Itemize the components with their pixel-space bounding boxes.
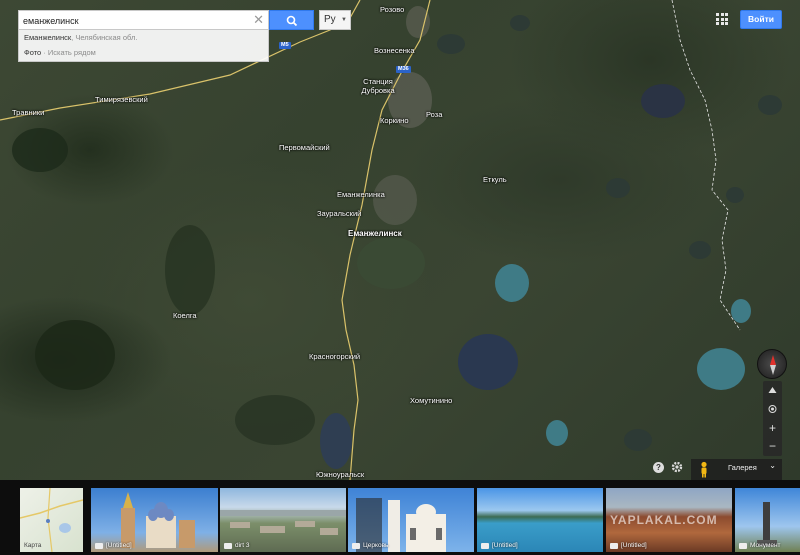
photo-card[interactable]: Церковь <box>348 488 474 552</box>
camera-icon <box>224 543 232 549</box>
lake <box>606 178 630 198</box>
place-label[interactable]: Коелга <box>173 311 197 320</box>
lake <box>437 34 465 54</box>
lake <box>731 299 751 323</box>
language-select[interactable]: Ру ▼ <box>319 10 351 30</box>
search-icon <box>286 15 298 27</box>
gallery-toggle[interactable]: Галерея ⌄ <box>691 459 782 480</box>
place-label[interactable]: Коркино <box>380 116 409 125</box>
zoom-controls: + − <box>763 381 782 456</box>
lake <box>510 15 530 31</box>
chevron-down-icon: ▼ <box>341 17 347 23</box>
zoom-in-button[interactable]: + <box>763 419 782 437</box>
card-caption: Монумент <box>750 542 781 549</box>
place-label[interactable]: Тимирязевский <box>95 95 148 104</box>
photo-card[interactable]: [Untitled] <box>91 488 218 552</box>
search-button[interactable] <box>269 10 314 30</box>
tilt-icon[interactable] <box>763 381 782 399</box>
lake <box>458 334 518 390</box>
place-label[interactable]: Еманжелинск <box>348 229 402 238</box>
zoom-out-button[interactable]: − <box>763 437 782 455</box>
forest-area <box>235 395 315 445</box>
place-label[interactable]: Зауральский <box>317 209 361 218</box>
suggestion-item[interactable]: Фото · Искать рядом <box>19 45 268 60</box>
satellite-map[interactable]: Еманжелинск Еманжелинка Зауральский Перв… <box>0 0 800 480</box>
sign-in-button[interactable]: Войти <box>740 10 782 29</box>
card-caption: [Untitled] <box>492 542 518 549</box>
place-label[interactable]: Хомутинино <box>410 396 452 405</box>
camera-icon <box>739 543 747 549</box>
place-label[interactable]: Травники <box>12 108 44 117</box>
photo-card[interactable]: [Untitled] <box>477 488 603 552</box>
camera-icon <box>95 543 103 549</box>
clear-icon[interactable]: ✕ <box>253 12 264 28</box>
lake <box>357 237 425 289</box>
town-area <box>373 175 417 225</box>
place-label[interactable]: Розово <box>380 5 404 14</box>
my-location-icon[interactable] <box>763 400 782 418</box>
photo-card[interactable]: dirt 3 <box>220 488 346 552</box>
compass-icon[interactable] <box>757 349 787 379</box>
place-label[interactable]: Роза <box>426 110 442 119</box>
lake <box>320 413 352 469</box>
forest-area <box>12 128 68 172</box>
gear-icon[interactable] <box>670 460 684 474</box>
lake <box>624 429 652 451</box>
lake <box>697 348 745 390</box>
pegman-icon[interactable] <box>697 461 711 479</box>
lake <box>546 420 568 446</box>
search-input[interactable] <box>23 14 248 28</box>
lake <box>641 84 685 118</box>
lake <box>726 187 744 203</box>
region-boundary <box>671 0 741 331</box>
lake <box>689 241 711 259</box>
card-caption: Карта <box>24 542 42 549</box>
double-chevron-down-icon: ⌄ <box>769 461 776 470</box>
lake <box>495 264 529 302</box>
place-label[interactable]: Станция Дубровка <box>358 77 398 95</box>
road-shield: M5 <box>279 42 291 49</box>
search-suggestions: Еманжелинск, Челябинская обл. Фото · Иск… <box>18 30 269 62</box>
camera-icon <box>352 543 360 549</box>
lake <box>758 95 782 115</box>
place-label[interactable]: Южноуральск <box>316 470 364 479</box>
card-caption: [Untitled] <box>621 542 647 549</box>
map-thumbnail-card[interactable]: Карта <box>20 488 83 552</box>
card-caption: dirt 3 <box>235 542 250 549</box>
camera-icon <box>481 543 489 549</box>
forest-area <box>165 225 215 315</box>
apps-grid-icon[interactable] <box>716 13 728 25</box>
town-area <box>406 6 430 38</box>
language-value: Ру <box>324 14 336 25</box>
forest-area <box>35 320 115 390</box>
camera-icon <box>610 543 618 549</box>
suggestion-item[interactable]: Еманжелинск, Челябинская обл. <box>19 30 268 45</box>
photo-card[interactable]: Монумент <box>735 488 800 552</box>
place-label[interactable]: Вознесенка <box>374 46 415 55</box>
help-icon[interactable]: ? <box>653 462 664 473</box>
place-label[interactable]: Еманжелинка <box>337 190 385 199</box>
card-caption: Церковь <box>363 542 389 549</box>
search-box[interactable]: ✕ <box>18 10 269 30</box>
gallery-label: Галерея <box>728 463 757 472</box>
watermark: YAPLAKAL.COM <box>610 513 718 527</box>
road-shield: M36 <box>396 66 411 73</box>
place-label[interactable]: Еткуль <box>483 175 507 184</box>
card-caption: [Untitled] <box>106 542 132 549</box>
place-label[interactable]: Красногорский <box>309 352 360 361</box>
place-label[interactable]: Первомайский <box>279 143 330 152</box>
